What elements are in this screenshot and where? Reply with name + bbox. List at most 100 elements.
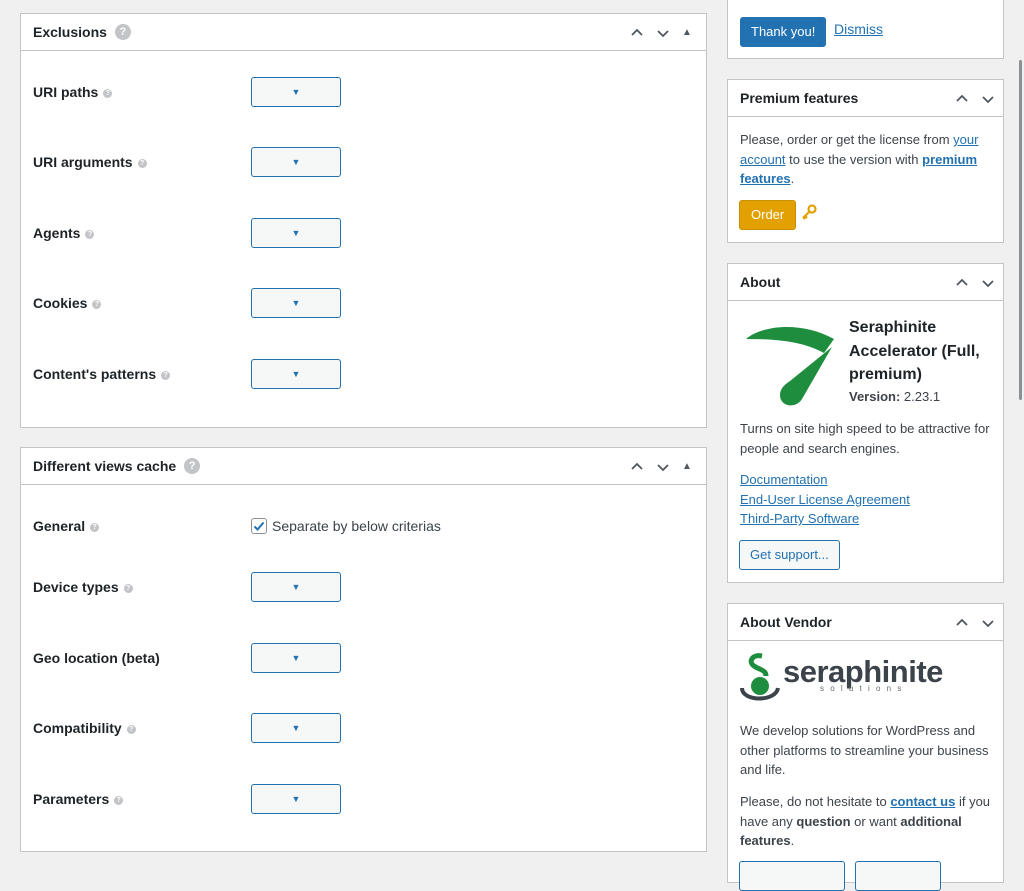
- premium-title: Premium features: [740, 90, 859, 106]
- collapse-toggle-icon[interactable]: ▲: [678, 22, 696, 44]
- premium-header: Premium features: [728, 80, 1003, 117]
- move-down-icon[interactable]: [652, 22, 674, 44]
- views-row-geo-location: Geo location (beta) ▼: [33, 643, 694, 673]
- third-party-link[interactable]: Third-Party Software: [740, 511, 859, 526]
- premium-features-link[interactable]: features: [740, 171, 791, 186]
- about-panel: About Seraphinite Accelerator (Full, pre…: [727, 263, 1004, 583]
- views-row-compatibility: Compatibility? ▼: [33, 713, 694, 743]
- page-scrollbar[interactable]: [1019, 60, 1022, 400]
- dropdown-arrow-icon: ▼: [291, 298, 301, 308]
- vendor-logo-subtext: s o l u t i o n s: [820, 684, 904, 693]
- row-label: General: [33, 518, 86, 534]
- exclusions-panel: Exclusions ? ▲ URI paths? ▼ URI argument…: [20, 13, 707, 428]
- help-icon[interactable]: ?: [90, 522, 100, 532]
- vendor-button-left[interactable]: [739, 861, 845, 891]
- move-up-icon[interactable]: [951, 612, 973, 634]
- contact-us-link[interactable]: contact us: [890, 794, 955, 809]
- separate-criterias-checkbox[interactable]: [251, 518, 267, 534]
- checkbox-label[interactable]: Separate by below criterias: [272, 518, 441, 534]
- views-cache-panel: Different views cache ? ▲ General? Separ…: [20, 447, 707, 852]
- your-account-link[interactable]: account: [740, 152, 786, 167]
- help-icon[interactable]: ?: [103, 88, 113, 98]
- move-down-icon[interactable]: [977, 612, 999, 634]
- row-label: URI paths: [33, 84, 99, 100]
- exclusion-row-uri-arguments: URI arguments? ▼: [33, 147, 694, 177]
- device-types-dropdown[interactable]: ▼: [251, 572, 341, 602]
- vendor-header: About Vendor: [728, 604, 1003, 641]
- about-title: About: [740, 274, 781, 290]
- row-label: Agents: [33, 225, 81, 241]
- help-icon[interactable]: ?: [184, 458, 201, 474]
- move-up-icon[interactable]: [626, 456, 648, 478]
- about-description: Turns on site high speed to be attractiv…: [740, 421, 990, 456]
- exclusions-title: Exclusions: [33, 24, 107, 40]
- dropdown-arrow-icon: ▼: [291, 369, 301, 379]
- premium-panel: Premium features Please, order or get th…: [727, 79, 1004, 243]
- accelerator-logo-icon: [742, 319, 836, 410]
- move-down-icon[interactable]: [977, 272, 999, 294]
- premium-description: Please, order or get the license from yo…: [740, 132, 979, 186]
- dropdown-arrow-icon: ▼: [291, 87, 301, 97]
- vendor-logo-icon: [740, 652, 780, 705]
- geo-location-dropdown[interactable]: ▼: [251, 643, 341, 673]
- product-name: Seraphinite Accelerator (Full, premium): [849, 319, 980, 383]
- help-icon[interactable]: ?: [114, 795, 124, 805]
- row-label: Cookies: [33, 295, 88, 311]
- vendor-contact: Please, do not hesitate to contact us if…: [740, 794, 991, 848]
- compatibility-dropdown[interactable]: ▼: [251, 713, 341, 743]
- row-label: Parameters: [33, 791, 110, 807]
- version-info: Version: 2.23.1: [849, 389, 941, 404]
- help-icon[interactable]: ?: [126, 724, 136, 734]
- uri-paths-dropdown[interactable]: ▼: [251, 77, 341, 107]
- help-icon[interactable]: ?: [92, 299, 102, 309]
- eula-link[interactable]: End-User License Agreement: [740, 492, 910, 507]
- dropdown-arrow-icon: ▼: [291, 157, 301, 167]
- help-icon[interactable]: ?: [114, 24, 131, 40]
- dropdown-arrow-icon: ▼: [291, 653, 301, 663]
- row-label: Content's patterns: [33, 366, 157, 382]
- agents-dropdown[interactable]: ▼: [251, 218, 341, 248]
- uri-arguments-dropdown[interactable]: ▼: [251, 147, 341, 177]
- collapse-toggle-icon[interactable]: ▲: [678, 456, 696, 478]
- move-up-icon[interactable]: [951, 88, 973, 110]
- get-support-button[interactable]: Get support...: [739, 540, 840, 570]
- exclusion-row-uri-paths: URI paths? ▼: [33, 77, 694, 107]
- exclusions-header: Exclusions ? ▲: [21, 14, 706, 51]
- help-icon[interactable]: ?: [161, 370, 171, 380]
- exclusion-row-agents: Agents? ▼: [33, 218, 694, 248]
- premium-features-link[interactable]: premium: [922, 152, 977, 167]
- order-button[interactable]: Order: [739, 200, 797, 230]
- vendor-button-right[interactable]: [855, 861, 941, 891]
- cookies-dropdown[interactable]: ▼: [251, 288, 341, 318]
- exclusion-row-content-patterns: Content's patterns? ▼: [33, 359, 694, 389]
- help-icon[interactable]: ?: [123, 583, 133, 593]
- vendor-title: About Vendor: [740, 614, 832, 630]
- move-up-icon[interactable]: [951, 272, 973, 294]
- views-row-device-types: Device types? ▼: [33, 572, 694, 602]
- about-links: Documentation End-User License Agreement…: [740, 470, 991, 529]
- documentation-link[interactable]: Documentation: [740, 472, 827, 487]
- dropdown-arrow-icon: ▼: [291, 723, 301, 733]
- views-cache-header: Different views cache ? ▲: [21, 448, 706, 485]
- move-down-icon[interactable]: [977, 88, 999, 110]
- views-row-general: General? Separate by below criterias: [33, 511, 694, 541]
- key-icon: [800, 204, 818, 225]
- your-account-link[interactable]: your: [953, 132, 978, 147]
- dropdown-arrow-icon: ▼: [291, 228, 301, 238]
- parameters-dropdown[interactable]: ▼: [251, 784, 341, 814]
- row-label: URI arguments: [33, 154, 133, 170]
- move-down-icon[interactable]: [652, 456, 674, 478]
- thank-you-button[interactable]: Thank you!: [740, 17, 827, 47]
- vendor-description: We develop solutions for WordPress and o…: [740, 723, 989, 777]
- views-cache-title: Different views cache: [33, 458, 177, 474]
- help-icon[interactable]: ?: [85, 229, 95, 239]
- dismiss-link[interactable]: Dismiss: [834, 21, 883, 37]
- help-icon[interactable]: ?: [137, 158, 147, 168]
- exclusion-row-cookies: Cookies? ▼: [33, 288, 694, 318]
- row-label: Geo location (beta): [33, 650, 160, 666]
- row-label: Compatibility: [33, 720, 122, 736]
- vendor-panel: About Vendor seraphinite s o l u t i o n…: [727, 603, 1004, 891]
- row-label: Device types: [33, 579, 119, 595]
- content-patterns-dropdown[interactable]: ▼: [251, 359, 341, 389]
- move-up-icon[interactable]: [626, 22, 648, 44]
